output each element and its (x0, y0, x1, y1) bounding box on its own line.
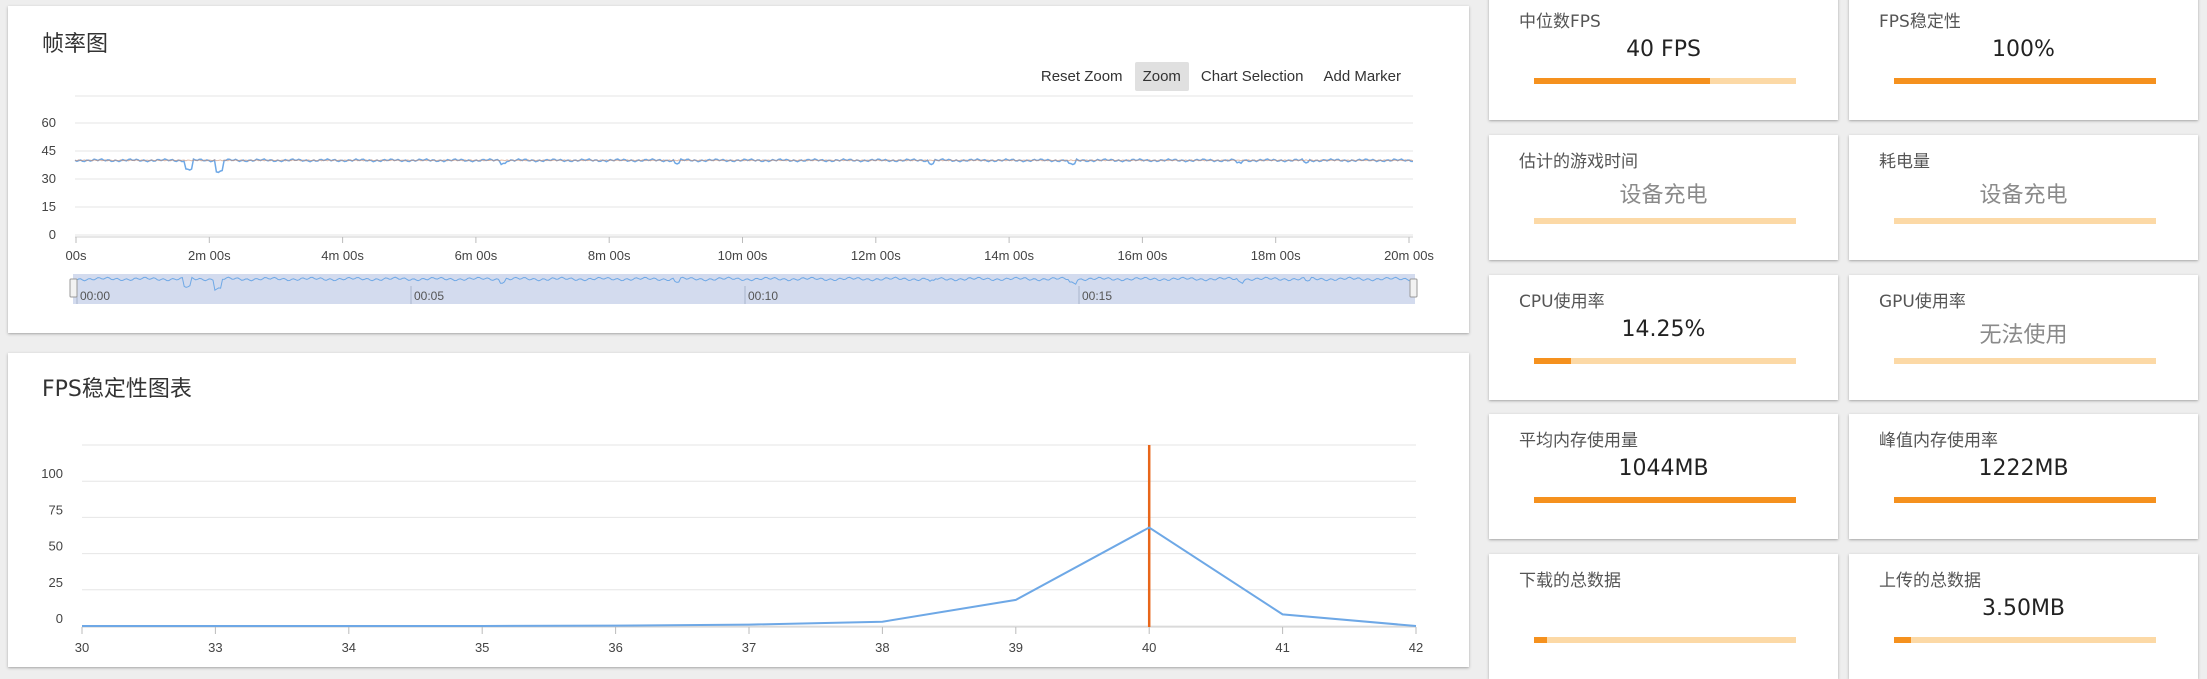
y-tick-label: 100 (41, 466, 63, 481)
navigator-area[interactable] (73, 274, 1415, 304)
stat-progress-fill (1534, 497, 1796, 503)
x-tick-label: 4m 00s (321, 248, 364, 263)
navigator-tick-label: 00:05 (414, 289, 444, 303)
x-tick-label: 39 (1009, 640, 1023, 655)
fps-stability-line (82, 526, 1417, 627)
navigator-right-handle[interactable] (1409, 278, 1418, 298)
stat-progress-bar (1894, 497, 2156, 503)
stat-value: 100% (1992, 37, 2055, 62)
stat-label: 中位数FPS (1519, 12, 1601, 32)
stat-progress-bar (1894, 78, 2156, 84)
stat-value: 3.50MB (1981, 596, 2066, 621)
navigator-tick-label: 00:00 (80, 289, 110, 303)
stat-value: 设备充电 (1979, 183, 2068, 208)
stat-progress-bar (1534, 358, 1796, 364)
x-tick-label: 16m 00s (1117, 248, 1167, 263)
x-tick-label: 20m 00s (1384, 248, 1434, 263)
frame-rate-card: 帧率图 Reset Zoom Zoom Chart Selection Add … (8, 6, 1469, 333)
y-tick-label: 0 (56, 611, 63, 626)
y-tick-label: 50 (49, 539, 63, 554)
x-tick-label: 6m 00s (455, 248, 498, 263)
stat-label: CPU使用率 (1519, 292, 1605, 312)
stat-card: 下载的总数据 (1489, 554, 1838, 679)
x-tick-label: 36 (608, 640, 622, 655)
x-tick-label: 8m 00s (588, 248, 631, 263)
stat-label: GPU使用率 (1879, 292, 1966, 312)
y-tick-label: 25 (49, 575, 63, 590)
stat-label: FPS稳定性 (1879, 12, 1961, 32)
stat-label: 峰值内存使用率 (1879, 431, 1998, 451)
stat-card: FPS稳定性 100% (1849, 0, 2198, 120)
navigator-left-handle[interactable] (69, 278, 78, 298)
x-tick-label: 00s (66, 248, 87, 263)
x-tick-label: 40 (1142, 640, 1156, 655)
x-tick-label: 34 (342, 640, 356, 655)
stat-card: 上传的总数据 3.50MB (1849, 554, 2198, 679)
stat-card: CPU使用率 14.25% (1489, 275, 1838, 400)
stat-progress-bar (1534, 637, 1796, 643)
navigator-tick-label: 00:10 (748, 289, 778, 303)
x-tick-label: 41 (1275, 640, 1289, 655)
stat-label: 下载的总数据 (1519, 571, 1621, 591)
stat-card: GPU使用率 无法使用 (1849, 275, 2198, 400)
x-tick-label: 18m 00s (1251, 248, 1301, 263)
stat-progress-fill (1534, 358, 1572, 364)
fps-stability-chart[interactable]: 100 75 50 25 0 30 33 34 35 36 37 38 39 40 41 42 (8, 353, 1469, 667)
y-tick-label: 0 (49, 227, 56, 242)
stat-progress-bar (1534, 78, 1796, 84)
stat-label: 耗电量 (1879, 152, 1930, 172)
x-tick-label: 12m 00s (851, 248, 901, 263)
y-tick-label: 75 (49, 502, 63, 517)
stat-card: 峰值内存使用率 1222MB (1849, 414, 2198, 539)
stat-progress-fill (1894, 497, 2156, 503)
frame-rate-chart[interactable]: 60 45 30 15 0 00s 2m 00s 4m 00s 6m 00s 8m 00s 10m… (8, 6, 1469, 333)
stat-progress-fill (1534, 78, 1710, 84)
stat-progress-fill (1894, 637, 1912, 643)
stat-value: 无法使用 (1979, 323, 2068, 348)
stat-label: 估计的游戏时间 (1519, 152, 1638, 172)
stat-progress-bar (1894, 358, 2156, 364)
y-tick-label: 30 (42, 171, 56, 186)
stat-progress-fill (1534, 637, 1548, 643)
x-tick-label: 37 (742, 640, 756, 655)
x-tick-label: 30 (75, 640, 89, 655)
navigator-tick-label: 00:15 (1082, 289, 1112, 303)
stat-progress-bar (1534, 497, 1796, 503)
stat-card: 耗电量设备充电 (1849, 135, 2198, 260)
x-tick-label: 33 (208, 640, 222, 655)
x-tick-label: 38 (875, 640, 889, 655)
stat-progress-fill (1894, 78, 2156, 84)
stat-progress-bar (1894, 637, 2156, 643)
x-tick-label: 35 (475, 640, 489, 655)
stat-value: 1044MB (1618, 456, 1709, 481)
x-tick-label: 2m 00s (188, 248, 231, 263)
x-tick-label: 42 (1409, 640, 1423, 655)
x-tick-label: 10m 00s (718, 248, 768, 263)
stat-card: 估计的游戏时间设备充电 (1489, 135, 1838, 260)
stat-progress-bar (1534, 218, 1796, 224)
stat-value: 40 FPS (1626, 37, 1701, 62)
y-tick-label: 45 (42, 143, 56, 158)
fps-stability-card: FPS稳定性图表 100 75 50 25 0 30 33 34 35 36 37 38 39 40 41… (8, 353, 1469, 667)
stat-value: 14.25% (1621, 317, 1706, 342)
stat-value: 设备充电 (1619, 183, 1708, 208)
stat-label: 上传的总数据 (1879, 571, 1981, 591)
x-tick-label: 14m 00s (984, 248, 1034, 263)
stat-card: 中位数FPS 40 FPS (1489, 0, 1838, 120)
stat-card: 平均内存使用量 1044MB (1489, 414, 1838, 539)
stat-value: 1222MB (1978, 456, 2069, 481)
stat-label: 平均内存使用量 (1519, 431, 1638, 451)
y-tick-label: 60 (42, 115, 56, 130)
stat-progress-bar (1894, 218, 2156, 224)
y-tick-label: 15 (42, 199, 56, 214)
